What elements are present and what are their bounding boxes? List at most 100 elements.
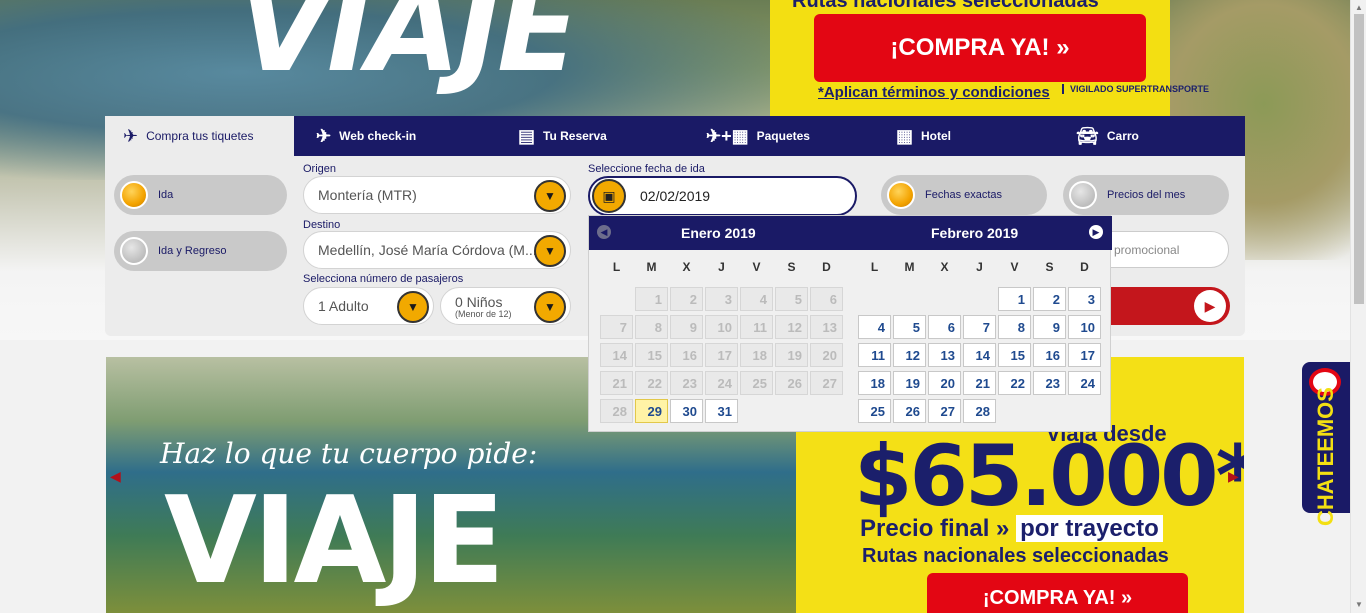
- vigilado-logo: VIGILADO SUPERTRANSPORTE: [1062, 84, 1209, 94]
- calendar-empty-cell: [600, 287, 633, 311]
- calendar-day[interactable]: 17: [1068, 343, 1101, 367]
- calendar-day[interactable]: 10: [1068, 315, 1101, 339]
- destination-value: Medellín, José María Córdova (M...: [318, 242, 537, 258]
- calendar-day[interactable]: 31: [705, 399, 738, 423]
- plane-cloud-icon: ✈: [316, 125, 332, 146]
- tab-tu-reserva[interactable]: ▤ Tu Reserva: [484, 116, 674, 156]
- chat-widget[interactable]: CHATEEMOS: [1302, 362, 1350, 526]
- calendar-day[interactable]: 14: [963, 343, 996, 367]
- calendar-day[interactable]: 23: [1033, 371, 1066, 395]
- calendar-day[interactable]: 29: [635, 399, 668, 423]
- ticket-icon: ▤: [518, 125, 536, 146]
- tab-label: Tu Reserva: [543, 129, 607, 143]
- buy-now-button-top[interactable]: ¡COMPRA YA! »: [814, 14, 1146, 82]
- calendar-day: 1: [635, 287, 668, 311]
- calendar-day[interactable]: 5: [893, 315, 926, 339]
- chevron-down-icon[interactable]: ▼: [397, 291, 429, 323]
- calendar-day: 26: [775, 371, 808, 395]
- adults-value: 1 Adulto: [318, 298, 369, 314]
- chevron-down-icon[interactable]: ▼: [534, 180, 566, 212]
- weekday-row-right: LMXJVSD: [857, 260, 1102, 274]
- weekday-label: X: [682, 260, 691, 274]
- departure-date-value: 02/02/2019: [640, 188, 711, 204]
- radio-ida-regreso[interactable]: Ida y Regreso: [114, 231, 287, 271]
- calendar-day[interactable]: 21: [963, 371, 996, 395]
- chevron-down-icon[interactable]: ▼: [534, 235, 566, 267]
- departure-date-field[interactable]: ▣ 02/02/2019: [588, 176, 857, 216]
- calendar-day[interactable]: 24: [1068, 371, 1101, 395]
- calendar-day[interactable]: 9: [1033, 315, 1066, 339]
- calendar-day[interactable]: 28: [963, 399, 996, 423]
- calendar-day: 20: [810, 343, 843, 367]
- calendar-day[interactable]: 4: [858, 315, 891, 339]
- building-icon: ▦: [896, 125, 914, 146]
- calendar-day[interactable]: 26: [893, 399, 926, 423]
- calendar-day[interactable]: 22: [998, 371, 1031, 395]
- calendar-day[interactable]: 30: [670, 399, 703, 423]
- calendar-day[interactable]: 6: [928, 315, 961, 339]
- calendar-day[interactable]: 11: [858, 343, 891, 367]
- tab-web-checkin[interactable]: ✈ Web check-in: [294, 116, 484, 156]
- scroll-down-arrow-icon[interactable]: ▼: [1355, 600, 1363, 609]
- calendar-day[interactable]: 20: [928, 371, 961, 395]
- calendar-icon[interactable]: ▣: [592, 179, 626, 213]
- calendar-day[interactable]: 7: [963, 315, 996, 339]
- calendar-day[interactable]: 8: [998, 315, 1031, 339]
- play-arrow-icon: ▶: [1194, 290, 1226, 322]
- calendar-day: 14: [600, 343, 633, 367]
- radio-unchecked-icon: [120, 237, 148, 265]
- calendar-day[interactable]: 12: [893, 343, 926, 367]
- carousel-prev-arrow-icon[interactable]: ◀: [110, 468, 121, 485]
- origin-value: Montería (MTR): [318, 187, 417, 203]
- weekday-label: D: [822, 260, 831, 274]
- scrollbar-thumb[interactable]: [1354, 14, 1364, 304]
- scrollbar[interactable]: ▲ ▼: [1350, 0, 1366, 613]
- promo-final-b: por trayecto: [1016, 515, 1163, 542]
- chevron-left-icon[interactable]: ◀: [597, 225, 611, 239]
- scroll-up-arrow-icon[interactable]: ▲: [1355, 3, 1363, 12]
- calendar-day: 3: [705, 287, 738, 311]
- radio-fechas-exactas[interactable]: Fechas exactas: [881, 175, 1047, 215]
- weekday-label: S: [787, 260, 796, 274]
- calendar-day[interactable]: 15: [998, 343, 1031, 367]
- tab-compra-tiquetes[interactable]: ✈ Compra tus tiquetes: [105, 116, 294, 156]
- children-select[interactable]: 0 Niños (Menor de 12) ▼: [440, 287, 571, 325]
- calendar-day: 8: [635, 315, 668, 339]
- calendar-day[interactable]: 25: [858, 399, 891, 423]
- buy-now-button-bottom[interactable]: ¡COMPRA YA! »: [927, 573, 1188, 613]
- radio-checked-icon: [120, 181, 148, 209]
- chevron-right-icon[interactable]: ▶: [1089, 225, 1103, 239]
- calendar-day[interactable]: 27: [928, 399, 961, 423]
- tab-hotel[interactable]: ▦ Hotel: [864, 116, 1054, 156]
- calendar-day[interactable]: 2: [1033, 287, 1066, 311]
- adults-select[interactable]: 1 Adulto ▼: [303, 287, 434, 325]
- carousel-next-arrow-icon[interactable]: ▶: [1228, 468, 1239, 485]
- weekday-label: J: [976, 260, 983, 274]
- calendar-day: 2: [670, 287, 703, 311]
- calendar-day[interactable]: 13: [928, 343, 961, 367]
- radio-ida[interactable]: Ida: [114, 175, 287, 215]
- month-title-left: Enero 2019: [681, 225, 756, 241]
- tab-paquetes[interactable]: ✈+▦ Paquetes: [674, 116, 864, 156]
- calendar-day[interactable]: 18: [858, 371, 891, 395]
- tab-carro[interactable]: 🚘︎ Carro: [1054, 116, 1245, 156]
- origin-select[interactable]: Montería (MTR) ▼: [303, 176, 571, 214]
- car-icon: 🚘︎: [1076, 125, 1099, 146]
- calendar-day[interactable]: 3: [1068, 287, 1101, 311]
- promo-slogan: Haz lo que tu cuerpo pide:: [160, 437, 538, 470]
- calendar-day[interactable]: 19: [893, 371, 926, 395]
- promo-final: Precio final » por trayecto: [860, 515, 1163, 543]
- tab-label: Carro: [1106, 129, 1139, 143]
- chevron-down-icon[interactable]: ▼: [534, 291, 566, 323]
- calendar-empty-cell: [858, 287, 891, 311]
- destination-select[interactable]: Medellín, José María Córdova (M... ▼: [303, 231, 571, 269]
- radio-unchecked-icon: [1069, 181, 1097, 209]
- calendar-day[interactable]: 16: [1033, 343, 1066, 367]
- weekday-label: M: [646, 260, 657, 274]
- radio-precios-mes[interactable]: Precios del mes: [1063, 175, 1229, 215]
- calendar-empty-cell: [928, 287, 961, 311]
- calendar-day[interactable]: 1: [998, 287, 1031, 311]
- origin-label: Origen: [303, 163, 337, 175]
- plane-cloud-icon: ✈: [123, 125, 139, 146]
- terms-link[interactable]: *Aplican términos y condiciones: [818, 84, 1050, 101]
